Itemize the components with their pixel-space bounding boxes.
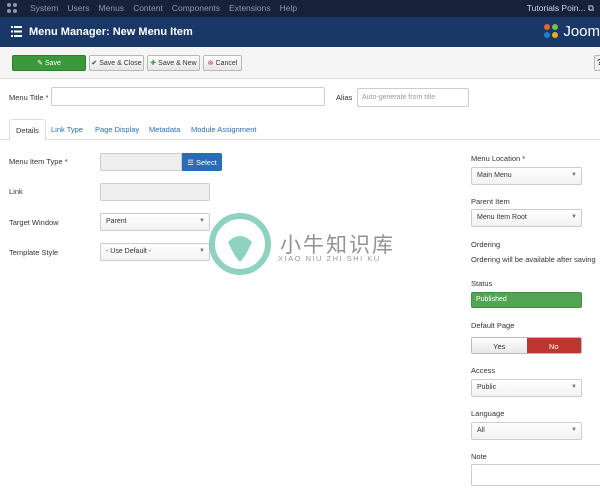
check-icon: ✔ [91,60,98,67]
menu-title-input[interactable] [51,87,325,106]
joomla-logo-icon[interactable] [6,2,18,14]
default-page-toggle: Yes No [471,337,582,354]
alias-label: Alias [336,93,353,102]
tab-bar: Details Link Type Page Display Metadata … [0,116,600,141]
caret-down-icon: ▼ [199,218,205,224]
cancel-icon: ⊗ [207,60,214,67]
top-menu: System Users Menus Content Components Ex… [30,3,297,13]
save-button[interactable]: ✎ Save [12,55,86,71]
help-button[interactable]: ? [594,55,600,71]
caret-down-icon: ▼ [199,248,205,254]
template-style-select[interactable]: - Use Default - ▼ [100,243,210,261]
menu-menus[interactable]: Menus [99,3,125,13]
caret-down-icon: ▼ [571,172,577,178]
save-close-button[interactable]: ✔ Save & Close [89,55,144,71]
ordering-text: Ordering will be available after saving [471,255,596,264]
default-yes-button[interactable]: Yes [472,338,527,353]
link-field [100,183,210,201]
menu-location-label: Menu Location * [471,154,526,163]
target-window-select[interactable]: Parent ▼ [100,213,210,231]
language-select[interactable]: All ▼ [471,422,582,440]
tab-details[interactable]: Details [9,119,46,141]
top-navbar: System Users Menus Content Components Ex… [0,0,600,17]
template-style-label: Template Style [9,248,59,257]
default-page-label: Default Page [471,321,515,330]
caret-down-icon: ▼ [571,427,577,433]
tab-page-display[interactable]: Page Display [95,119,139,141]
watermark-logo [209,213,271,275]
default-no-button[interactable]: No [526,338,581,353]
access-select[interactable]: Public ▼ [471,379,582,397]
caret-down-icon: ▼ [571,214,577,220]
tab-module-assignment[interactable]: Module Assignment [191,119,256,141]
cancel-button[interactable]: ⊗ Cancel [203,55,242,71]
joomla-brand-icon [544,24,559,38]
watermark-subtitle: XIAO NIU ZHI SHI KU [278,254,381,263]
tab-link-type[interactable]: Link Type [51,119,83,141]
parent-item-select[interactable]: Menu Item Root ▼ [471,209,582,227]
alias-input[interactable]: Auto-generate from title [357,88,469,107]
list-small-icon: ☰ [187,157,194,167]
toolbar: ✎ Save ✔ Save & Close ✚ Save & New ⊗ Cancel … [0,47,600,79]
menu-help[interactable]: Help [280,3,297,13]
menu-location-select[interactable]: Main Menu ▼ [471,167,582,185]
menu-item-type-label: Menu Item Type * [9,157,68,166]
site-link[interactable]: Tutorials Poin... ⧉ [527,3,594,14]
menu-components[interactable]: Components [172,3,220,13]
status-select[interactable]: Published [471,292,582,308]
note-input[interactable] [471,464,600,486]
menu-item-type-field [100,153,182,171]
edit-icon: ✎ [37,60,43,67]
menu-extensions[interactable]: Extensions [229,3,271,13]
note-label: Note [471,452,487,461]
plus-icon: ✚ [150,60,157,67]
list-icon [11,26,22,37]
tab-metadata[interactable]: Metadata [149,119,180,141]
language-label: Language [471,409,505,418]
external-link-icon: ⧉ [587,3,594,13]
caret-down-icon: ▼ [571,384,577,390]
link-label: Link [9,187,23,196]
target-window-label: Target Window [9,218,59,227]
ordering-label: Ordering [471,240,501,249]
save-new-button[interactable]: ✚ Save & New [147,55,200,71]
menu-content[interactable]: Content [133,3,163,13]
menu-system[interactable]: System [30,3,58,13]
brand-text: Joom [563,22,600,40]
menu-users[interactable]: Users [67,3,89,13]
access-label: Access [471,366,496,375]
status-label: Status [471,279,493,288]
select-type-button[interactable]: ☰ Select [182,153,222,171]
page-header: Menu Manager: New Menu Item Joom [0,17,600,47]
menu-title-label: Menu Title * [9,93,49,102]
joomla-brand: Joom [542,22,600,40]
parent-item-label: Parent Item [471,197,510,206]
page-title: Menu Manager: New Menu Item [29,26,193,38]
